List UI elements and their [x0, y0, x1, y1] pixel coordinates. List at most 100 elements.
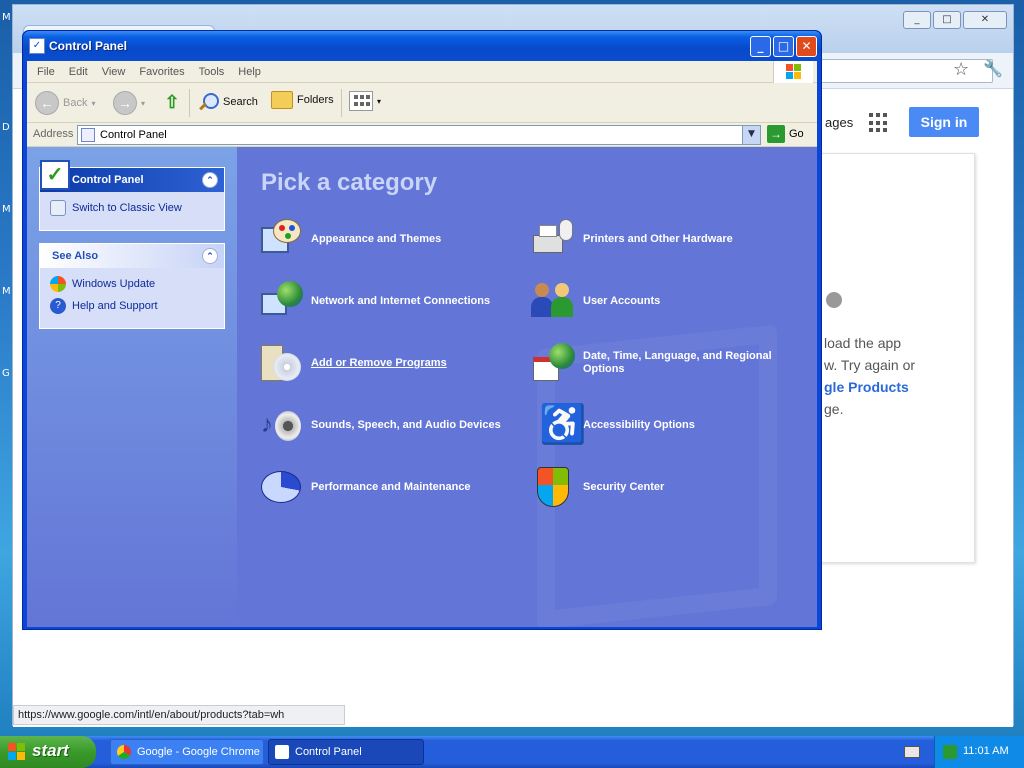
title-bar[interactable]: ✓ Control Panel _ □ ✕: [23, 31, 821, 61]
forward-button[interactable]: → ▾: [113, 91, 145, 115]
help-support-label: Help and Support: [72, 300, 158, 312]
close-button[interactable]: ✕: [796, 36, 817, 57]
back-label: Back: [63, 97, 88, 109]
control-panel-icon: [275, 745, 289, 759]
category-appearance[interactable]: Appearance and Themes: [259, 217, 441, 261]
start-label: start: [32, 741, 69, 760]
control-panel-header[interactable]: ✓ Control Panel ⌃: [40, 160, 224, 192]
category-date-time[interactable]: Date, Time, Language, and Regional Optio…: [531, 341, 772, 385]
category-network[interactable]: Network and Internet Connections: [259, 279, 490, 323]
address-dropdown-button[interactable]: ▼: [742, 126, 760, 144]
taskbar-item-chrome[interactable]: Google - Google Chrome: [110, 739, 264, 765]
go-label: Go: [789, 128, 804, 140]
category-label: Date, Time, Language, and Regional Optio…: [583, 350, 772, 376]
chrome-window-controls: _ □ ✕: [903, 11, 1007, 29]
search-button[interactable]: Search: [197, 91, 258, 113]
windows-logo: [773, 61, 813, 83]
error-line: load the app: [824, 335, 902, 351]
maximize-button[interactable]: □: [933, 11, 961, 29]
close-button[interactable]: ✕: [963, 11, 1007, 29]
system-tray: 11:01 AM: [934, 736, 1024, 768]
forward-arrow-icon: →: [113, 91, 137, 115]
category-label: Sounds, Speech, and Audio Devices: [311, 418, 501, 431]
error-message: load the app w. Try again or gle Product…: [824, 332, 915, 420]
classic-view-icon: [50, 200, 66, 216]
chevron-down-icon: ▾: [377, 96, 382, 106]
desktop-icon-label[interactable]: D: [2, 122, 10, 133]
menu-edit[interactable]: Edit: [69, 66, 88, 78]
desktop-icon-label[interactable]: M: [2, 12, 11, 23]
views-icon: [349, 91, 373, 111]
desktop-icon-label[interactable]: M: [2, 286, 11, 297]
clock: 11:01 AM: [963, 745, 1009, 757]
sign-in-button[interactable]: Sign in: [909, 107, 979, 137]
menu-view[interactable]: View: [102, 66, 126, 78]
category-label: Accessibility Options: [583, 418, 695, 431]
menu-favorites[interactable]: Favorites: [139, 66, 184, 78]
keyboard-icon[interactable]: [904, 746, 920, 758]
help-support-link[interactable]: ? Help and Support: [50, 298, 214, 314]
taskbar-item-control-panel[interactable]: Control Panel: [268, 739, 424, 765]
network-tray-icon[interactable]: [943, 745, 957, 759]
category-label: Appearance and Themes: [311, 232, 442, 245]
address-input[interactable]: Control Panel ▼: [77, 125, 761, 145]
error-line: ge.: [824, 401, 844, 417]
category-label: Performance and Maintenance: [311, 480, 471, 493]
see-also-header[interactable]: See Also ⌃: [40, 244, 224, 268]
menu-help[interactable]: Help: [238, 66, 261, 78]
menu-bar: File Edit View Favorites Tools Help: [27, 61, 817, 83]
back-button[interactable]: ← Back ▾: [35, 91, 95, 115]
collapse-icon[interactable]: ⌃: [202, 172, 218, 188]
go-button[interactable]: → Go: [767, 125, 804, 143]
folders-button[interactable]: Folders: [271, 91, 334, 109]
pie-chart-icon: [259, 465, 303, 509]
category-security-center[interactable]: Security Center: [531, 465, 664, 509]
category-label: Add or Remove Programs: [311, 356, 447, 369]
status-bar: https://www.google.com/intl/en/about/pro…: [13, 705, 345, 725]
accessibility-wheelchair-icon: ♿: [539, 404, 587, 446]
minimize-button[interactable]: _: [903, 11, 931, 29]
minimize-button[interactable]: _: [750, 36, 771, 57]
back-arrow-icon: ←: [35, 91, 59, 115]
category-label-line: Date, Time, Language, and Regional: [583, 350, 772, 362]
maximize-button[interactable]: □: [773, 36, 794, 57]
windows-update-link[interactable]: Windows Update: [50, 276, 214, 292]
category-user-accounts[interactable]: User Accounts: [531, 279, 660, 323]
up-button[interactable]: ⇧: [161, 91, 183, 113]
apps-grid-icon[interactable]: [869, 113, 889, 133]
windows-flag-icon: [8, 743, 26, 761]
window-body: File Edit View Favorites Tools Help ← Ba…: [27, 61, 817, 627]
category-label: Network and Internet Connections: [311, 294, 491, 307]
star-icon[interactable]: ☆: [953, 59, 969, 80]
taskbar-item-label: Control Panel: [295, 746, 362, 758]
address-value: Control Panel: [100, 129, 167, 141]
content-area: ✓ Control Panel ⌃ Switch to Classic View…: [27, 147, 817, 627]
switch-classic-view-link[interactable]: Switch to Classic View: [50, 200, 214, 216]
control-panel-icon: [81, 128, 95, 142]
go-arrow-icon: →: [767, 125, 785, 143]
category-sounds[interactable]: ♪ Sounds, Speech, and Audio Devices: [259, 403, 501, 447]
menu-file[interactable]: File: [37, 66, 55, 78]
desktop-icon-label[interactable]: G: [2, 368, 10, 379]
images-link[interactable]: ages: [825, 115, 853, 130]
category-label: Printers and Other Hardware: [583, 232, 733, 245]
speaker-music-icon: ♪: [259, 403, 303, 447]
views-button[interactable]: ▾: [349, 91, 381, 111]
menu-tools[interactable]: Tools: [199, 66, 225, 78]
category-accessibility[interactable]: ♿ Accessibility Options: [531, 403, 695, 447]
folder-icon: [271, 91, 293, 109]
help-icon: ?: [50, 298, 66, 314]
collapse-icon[interactable]: ⌃: [202, 248, 218, 264]
desktop-icon-label[interactable]: M: [2, 204, 11, 215]
search-label: Search: [223, 96, 258, 108]
start-button[interactable]: start: [0, 736, 96, 768]
see-also-box: See Also ⌃ Windows Update ? Help and Sup…: [39, 243, 225, 329]
category-label-line: Options: [583, 363, 625, 375]
category-add-remove-programs[interactable]: Add or Remove Programs: [259, 341, 447, 385]
google-products-link[interactable]: gle Products: [824, 376, 915, 398]
network-globe-icon: [259, 279, 303, 323]
category-printers[interactable]: Printers and Other Hardware: [531, 217, 733, 261]
control-panel-box: ✓ Control Panel ⌃ Switch to Classic View: [39, 160, 225, 231]
wrench-icon[interactable]: 🔧: [983, 59, 1003, 78]
category-performance[interactable]: Performance and Maintenance: [259, 465, 471, 509]
